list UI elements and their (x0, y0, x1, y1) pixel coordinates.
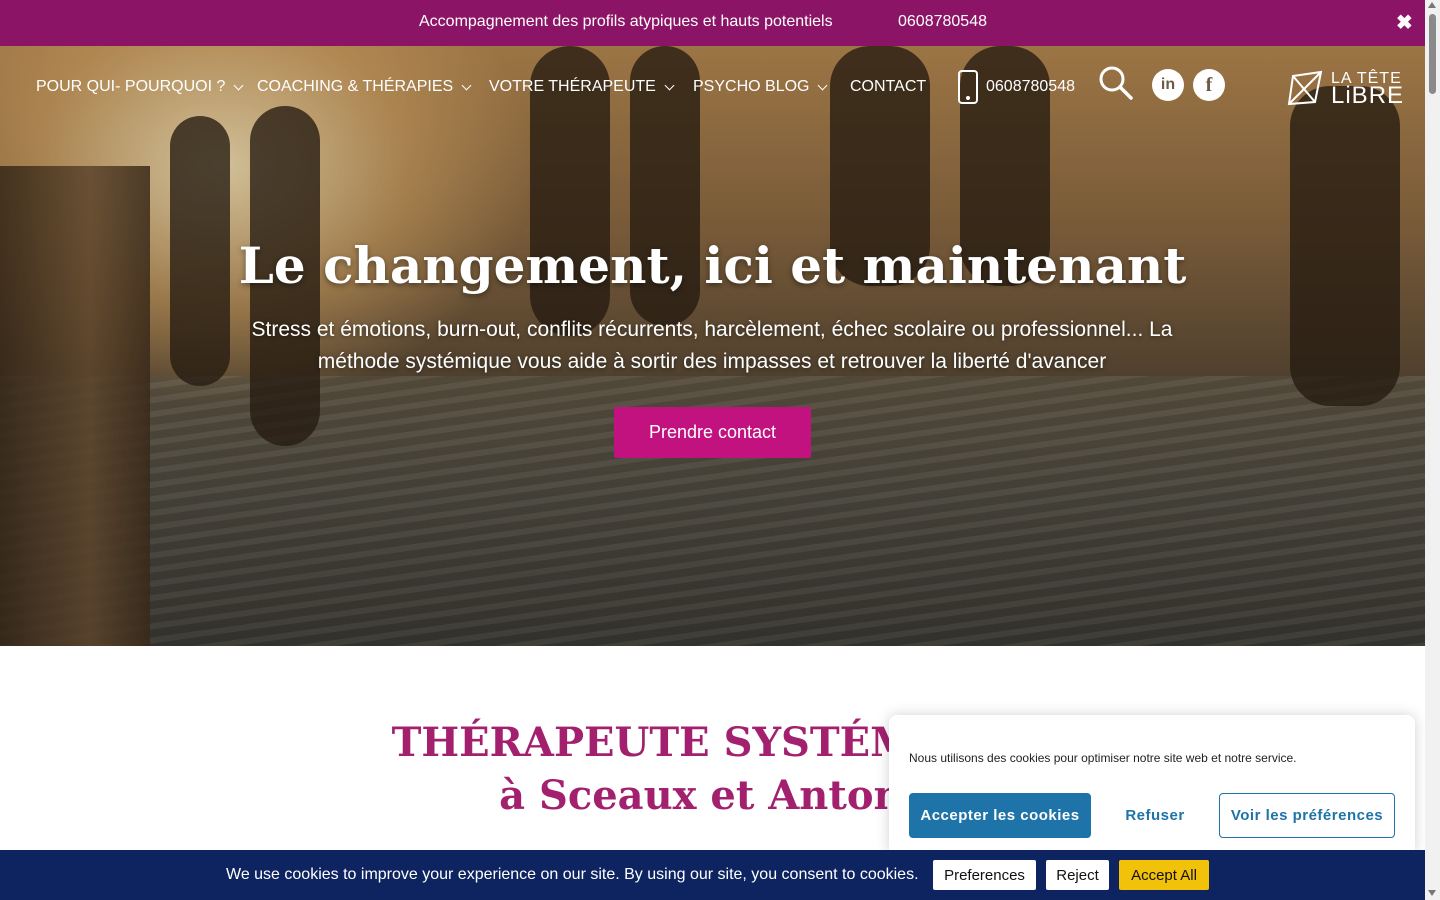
hero-subtitle: Stress et émotions, burn-out, conflits r… (251, 318, 1173, 373)
nav-item-label: VOTRE THÉRAPEUTE (489, 78, 656, 95)
section-heading-line2: à Sceaux et Antony (499, 772, 926, 819)
chevron-down-icon (818, 80, 828, 90)
cookie-notice-bar: We use cookies to improve your experienc… (0, 850, 1425, 900)
scroll-up-arrow-icon[interactable] (1428, 2, 1436, 8)
nav-item-pour-qui[interactable]: POUR QUI- POURQUOI ? (36, 78, 244, 96)
chevron-down-icon (664, 80, 675, 90)
nav-item-label: COACHING & THÉRAPIES (257, 78, 454, 95)
nav-item-psycho-blog[interactable]: PSYCHO BLOG (693, 78, 828, 96)
nav-item-votre-therapeute[interactable]: VOTRE THÉRAPEUTE (489, 78, 675, 96)
logo-text-line2: LiBRE (1331, 82, 1405, 109)
logo-envelope-icon (1287, 70, 1323, 106)
nav-phone-link[interactable]: 0608780548 (986, 78, 1075, 96)
cookie-consent-popup: Nous utilisons des cookies pour optimise… (889, 715, 1415, 855)
announcement-text: Accompagnement des profils atypiques et … (419, 13, 833, 30)
chevron-down-icon (233, 80, 244, 90)
cookie-popup-text: Nous utilisons des cookies pour optimise… (909, 751, 1297, 765)
phone-icon (958, 70, 978, 104)
cookie-bar-text: We use cookies to improve your experienc… (226, 866, 919, 883)
accept-cookies-button[interactable]: Accepter les cookies (909, 793, 1091, 838)
scroll-down-arrow-icon[interactable] (1428, 890, 1436, 896)
search-icon[interactable] (1099, 66, 1133, 100)
nav-item-label: PSYCHO BLOG (693, 78, 810, 95)
site-logo[interactable]: LA TÊTE LiBRE (1287, 68, 1403, 109)
cookie-accept-all-button[interactable]: Accept All (1119, 860, 1209, 890)
announcement-phone-link[interactable]: 0608780548 (898, 13, 987, 31)
cookie-preferences-button[interactable]: Preferences (933, 860, 1036, 890)
nav-item-coaching-therapies[interactable]: COACHING & THÉRAPIES (257, 78, 472, 96)
scrollbar-thumb[interactable] (1429, 14, 1436, 94)
page-scrollbar[interactable] (1425, 0, 1440, 900)
linkedin-icon[interactable]: in (1152, 69, 1184, 101)
nav-item-contact[interactable]: CONTACT (850, 78, 926, 96)
nav-item-label: CONTACT (850, 78, 927, 95)
facebook-icon[interactable]: f (1193, 69, 1225, 101)
close-icon[interactable]: ✖ (1396, 10, 1413, 35)
cookie-reject-button[interactable]: Reject (1046, 860, 1109, 890)
refuse-cookies-button[interactable]: Refuser (1105, 793, 1205, 838)
contact-cta-button[interactable]: Prendre contact (614, 407, 811, 458)
view-preferences-button[interactable]: Voir les préférences (1219, 793, 1395, 838)
main-navigation: POUR QUI- POURQUOI ? COACHING & THÉRAPIE… (0, 46, 1425, 126)
announcement-bar: Accompagnement des profils atypiques et … (0, 0, 1425, 46)
hero-title: Le changement, ici et maintenant (238, 236, 1187, 295)
nav-item-label: POUR QUI- POURQUOI ? (36, 78, 226, 95)
chevron-down-icon (461, 80, 472, 90)
